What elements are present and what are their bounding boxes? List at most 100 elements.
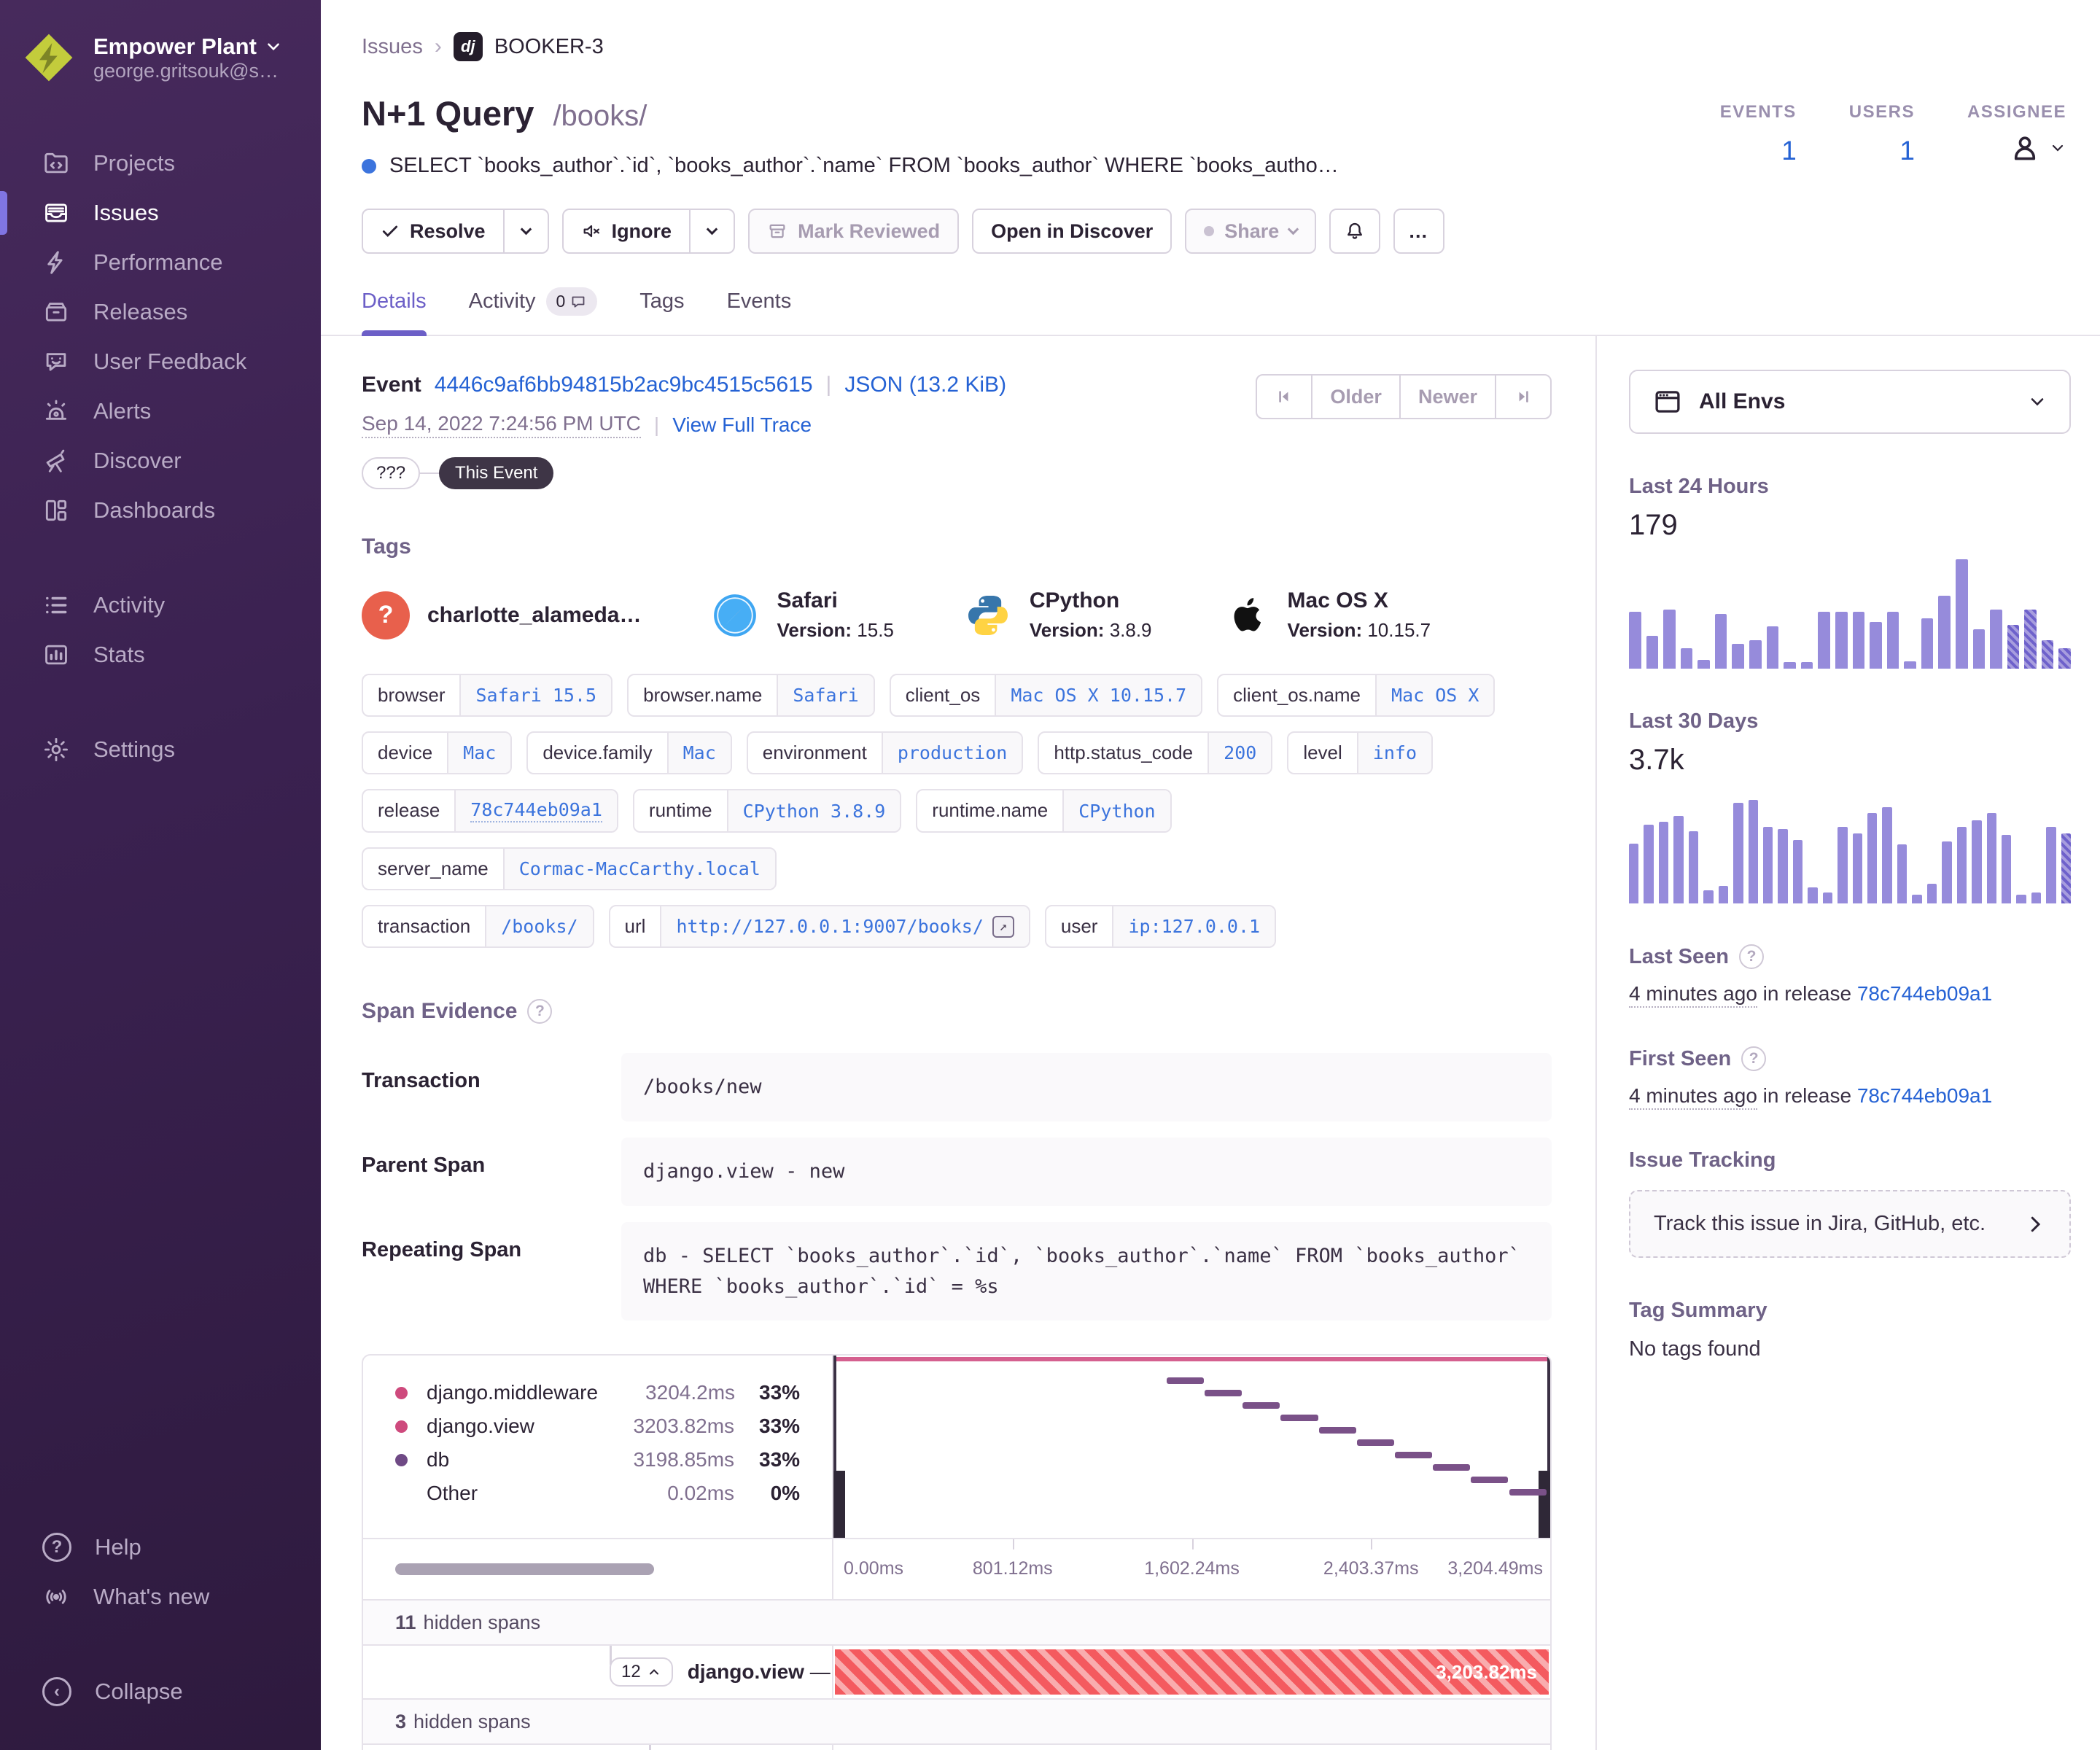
tag-pill-runtime-name[interactable]: runtime.name CPython: [916, 789, 1172, 833]
tab-details[interactable]: Details: [362, 287, 427, 336]
tag-value: Cormac-MacCarthy.local: [502, 849, 775, 889]
issue-tracking-title: Issue Tracking: [1629, 1148, 1776, 1172]
assignee-selector[interactable]: [1967, 131, 2066, 165]
chart-bar: [1663, 610, 1676, 669]
last-seen-release-link[interactable]: 78c744eb09a1: [1857, 982, 1992, 1005]
sidebar-item-what-s-new[interactable]: What's new: [0, 1572, 321, 1622]
sidebar-item-help[interactable]: ? Help: [0, 1522, 321, 1572]
context-card-charlotte-alameda-[interactable]: ? charlotte_alameda…: [362, 588, 641, 642]
legend-name: django.middleware: [427, 1381, 599, 1404]
archive-icon: [769, 224, 785, 238]
users-count[interactable]: 1: [1899, 136, 1915, 166]
legend-percent: 33%: [759, 1381, 801, 1404]
sidebar-item-collapse[interactable]: ‹ Collapse: [0, 1667, 321, 1716]
span-waterfall: django.middleware 3204.2ms 33% django.view 3…: [362, 1354, 1552, 1750]
last-30d-title: Last 30 Days: [1629, 709, 1759, 733]
breadcrumb-issues[interactable]: Issues: [362, 35, 423, 59]
tag-key: device.family: [542, 742, 653, 763]
trace-unknown-pill[interactable]: ???: [362, 457, 421, 489]
event-json-link[interactable]: JSON (13.2 KiB): [844, 373, 1006, 397]
chevron-down-icon: [268, 42, 279, 50]
minimap-span: [1509, 1489, 1547, 1496]
breadcrumb-separator-icon: ›: [434, 34, 442, 58]
sidebar-item-stats[interactable]: Stats: [0, 630, 321, 680]
minimap-right-handle[interactable]: [1539, 1471, 1550, 1539]
resolve-button[interactable]: Resolve: [363, 210, 503, 252]
tab-events[interactable]: Events: [727, 287, 792, 335]
events-count[interactable]: 1: [1781, 136, 1797, 166]
hidden-spans-row[interactable]: 11 hidden spans: [363, 1599, 1550, 1645]
tab-activity[interactable]: Activity 0: [469, 287, 598, 335]
oldest-event-button[interactable]: [1257, 376, 1311, 418]
help-question-icon[interactable]: ?: [527, 999, 553, 1024]
tag-pill-device[interactable]: device Mac: [362, 731, 513, 774]
evidence-value: /books/new: [621, 1053, 1552, 1121]
tag-pill-level[interactable]: level info: [1287, 731, 1434, 774]
tag-pill-release[interactable]: release 78c744eb09a1: [362, 789, 618, 833]
sidebar-item-activity[interactable]: Activity: [0, 580, 321, 630]
minimap-left-handle[interactable]: [833, 1471, 846, 1539]
first-seen-release-link[interactable]: 78c744eb09a1: [1857, 1084, 1992, 1107]
tag-pill-runtime[interactable]: runtime CPython 3.8.9: [632, 789, 902, 833]
environment-select[interactable]: All Envs: [1629, 370, 2071, 434]
older-event-button[interactable]: Older: [1311, 376, 1399, 418]
tag-summary-title: Tag Summary: [1629, 1299, 1768, 1322]
tag-pill-url[interactable]: url http://127.0.0.1:9007/books/↗: [608, 905, 1030, 948]
mark-reviewed-button[interactable]: Mark Reviewed: [748, 209, 960, 254]
track-issue-button[interactable]: Track this issue in Jira, GitHub, etc.: [1629, 1190, 2071, 1258]
sidebar-item-settings[interactable]: Settings: [0, 725, 321, 774]
scrollbar-thumb[interactable]: [395, 1563, 655, 1576]
latest-event-button[interactable]: [1495, 376, 1550, 418]
view-full-trace-link[interactable]: View Full Trace: [672, 413, 812, 437]
hidden-spans-row[interactable]: 3 hidden spans: [363, 1698, 1550, 1744]
tag-pill-transaction[interactable]: transaction/books/: [362, 905, 594, 948]
span-minimap[interactable]: [832, 1356, 1550, 1539]
external-link-icon[interactable]: ↗: [992, 915, 1014, 938]
sidebar-item-alerts[interactable]: Alerts: [0, 386, 321, 436]
subscribe-button[interactable]: [1329, 209, 1381, 254]
context-card-cpython[interactable]: CPython Version: 3.8.9: [964, 588, 1152, 642]
users-label: USERS: [1848, 102, 1915, 122]
span-evidence-title: Span Evidence ?: [362, 999, 1552, 1024]
chart-bar: [1733, 803, 1743, 903]
collapse-spans-button[interactable]: 12: [610, 1657, 673, 1687]
sidebar-item-performance[interactable]: Performance: [0, 238, 321, 287]
tag-pill-browser-name[interactable]: browser.name Safari: [627, 674, 875, 717]
legend-name: django.view: [427, 1415, 534, 1438]
chart-bar: [1698, 660, 1710, 669]
tag-pill-browser[interactable]: browser Safari 15.5: [362, 674, 613, 717]
sidebar-item-user-feedback[interactable]: User Feedback: [0, 337, 321, 386]
action-toolbar: Resolve Ignore Mark Reviewed Open in Dis…: [362, 209, 2059, 254]
help-question-icon[interactable]: ?: [1739, 944, 1764, 969]
tag-pill-http-status-code[interactable]: http.status_code 200: [1038, 731, 1273, 774]
tag-pill-row: transaction/books/url http://127.0.0.1:90…: [362, 905, 1552, 948]
sidebar-item-label: Collapse: [95, 1679, 183, 1704]
tag-pill-user[interactable]: user ip:127.0.0.1: [1044, 905, 1277, 948]
share-button[interactable]: Share: [1185, 209, 1317, 254]
span-row[interactable]: Regroup — db — SELECT `boo169.03ms: [363, 1743, 1550, 1750]
more-actions-button[interactable]: …: [1393, 209, 1445, 254]
sidebar-item-dashboards[interactable]: Dashboards: [0, 486, 321, 535]
sidebar-item-releases[interactable]: Releases: [0, 287, 321, 337]
ignore-button[interactable]: Ignore: [564, 210, 690, 252]
tab-tags[interactable]: Tags: [639, 287, 684, 335]
org-switcher[interactable]: Empower Plant george.gritsouk@s…: [0, 0, 321, 85]
parent-span-row[interactable]: 12 django.view — new 3,203.82ms: [363, 1644, 1550, 1699]
sidebar-item-discover[interactable]: Discover: [0, 436, 321, 486]
sidebar-item-issues[interactable]: Issues: [0, 188, 321, 238]
context-card-mac-os-x[interactable]: Mac OS X Version: 10.15.7: [1222, 588, 1431, 642]
context-card-safari[interactable]: Safari Version: 15.5: [711, 588, 894, 642]
tag-pill-environment[interactable]: environment production: [746, 731, 1024, 774]
tag-pill-client-os-name[interactable]: client_os.name Mac OS X: [1217, 674, 1496, 717]
tag-pill-client-os[interactable]: client_os Mac OS X 10.15.7: [889, 674, 1203, 717]
ignore-dropdown-button[interactable]: [689, 210, 734, 252]
open-in-discover-button[interactable]: Open in Discover: [972, 209, 1172, 254]
resolve-dropdown-button[interactable]: [502, 210, 548, 252]
tag-pill-server-name[interactable]: server_name Cormac-MacCarthy.local: [362, 847, 777, 890]
help-question-icon[interactable]: ?: [1741, 1046, 1767, 1071]
newer-event-button[interactable]: Newer: [1399, 376, 1495, 418]
sidebar-item-projects[interactable]: Projects: [0, 139, 321, 188]
event-id-link[interactable]: 4446c9af6bb94815b2ac9bc4515c5615: [435, 373, 813, 397]
breadcrumb-project: BOOKER-3: [494, 34, 604, 58]
tag-pill-device-family[interactable]: device.family Mac: [526, 731, 732, 774]
